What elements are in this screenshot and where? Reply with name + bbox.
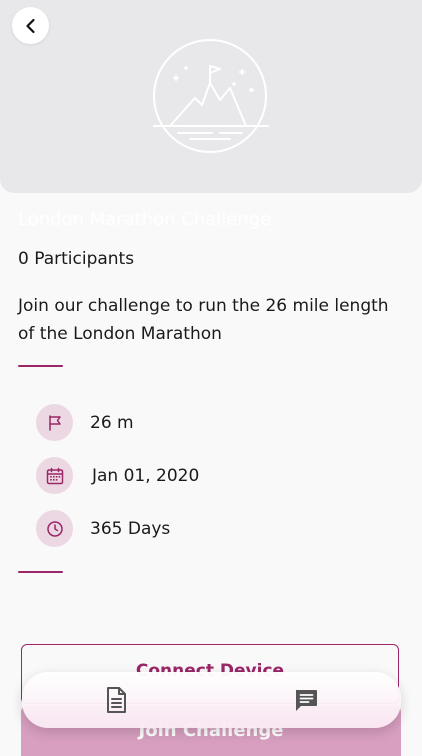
detail-distance: 26 m [36, 404, 134, 441]
challenge-title: London Marathon Challenge [18, 209, 272, 230]
detail-duration: 365 Days [36, 510, 170, 547]
participants-count: 0 Participants [18, 249, 135, 269]
challenge-description: Join our challenge to run the 26 mile le… [18, 296, 389, 344]
nav-item-chat[interactable] [286, 680, 326, 720]
flag-icon [36, 404, 73, 441]
distance-value: 26 m [90, 412, 134, 433]
chat-icon [296, 690, 317, 711]
section-divider [18, 365, 63, 367]
hero-image [0, 0, 422, 193]
duration-value: 365 Days [90, 518, 171, 539]
mountain-flag-icon [153, 39, 269, 153]
back-button[interactable] [12, 7, 49, 44]
calendar-icon [36, 457, 73, 494]
chevron-left-icon [25, 18, 35, 33]
start-date-value: Jan 01, 2020 [92, 465, 200, 486]
detail-start-date: Jan 01, 2020 [36, 457, 199, 494]
nav-item-details[interactable] [96, 680, 136, 720]
document-icon [107, 687, 126, 713]
bottom-nav [22, 672, 401, 728]
section-divider [18, 571, 63, 573]
clock-icon [36, 510, 73, 547]
